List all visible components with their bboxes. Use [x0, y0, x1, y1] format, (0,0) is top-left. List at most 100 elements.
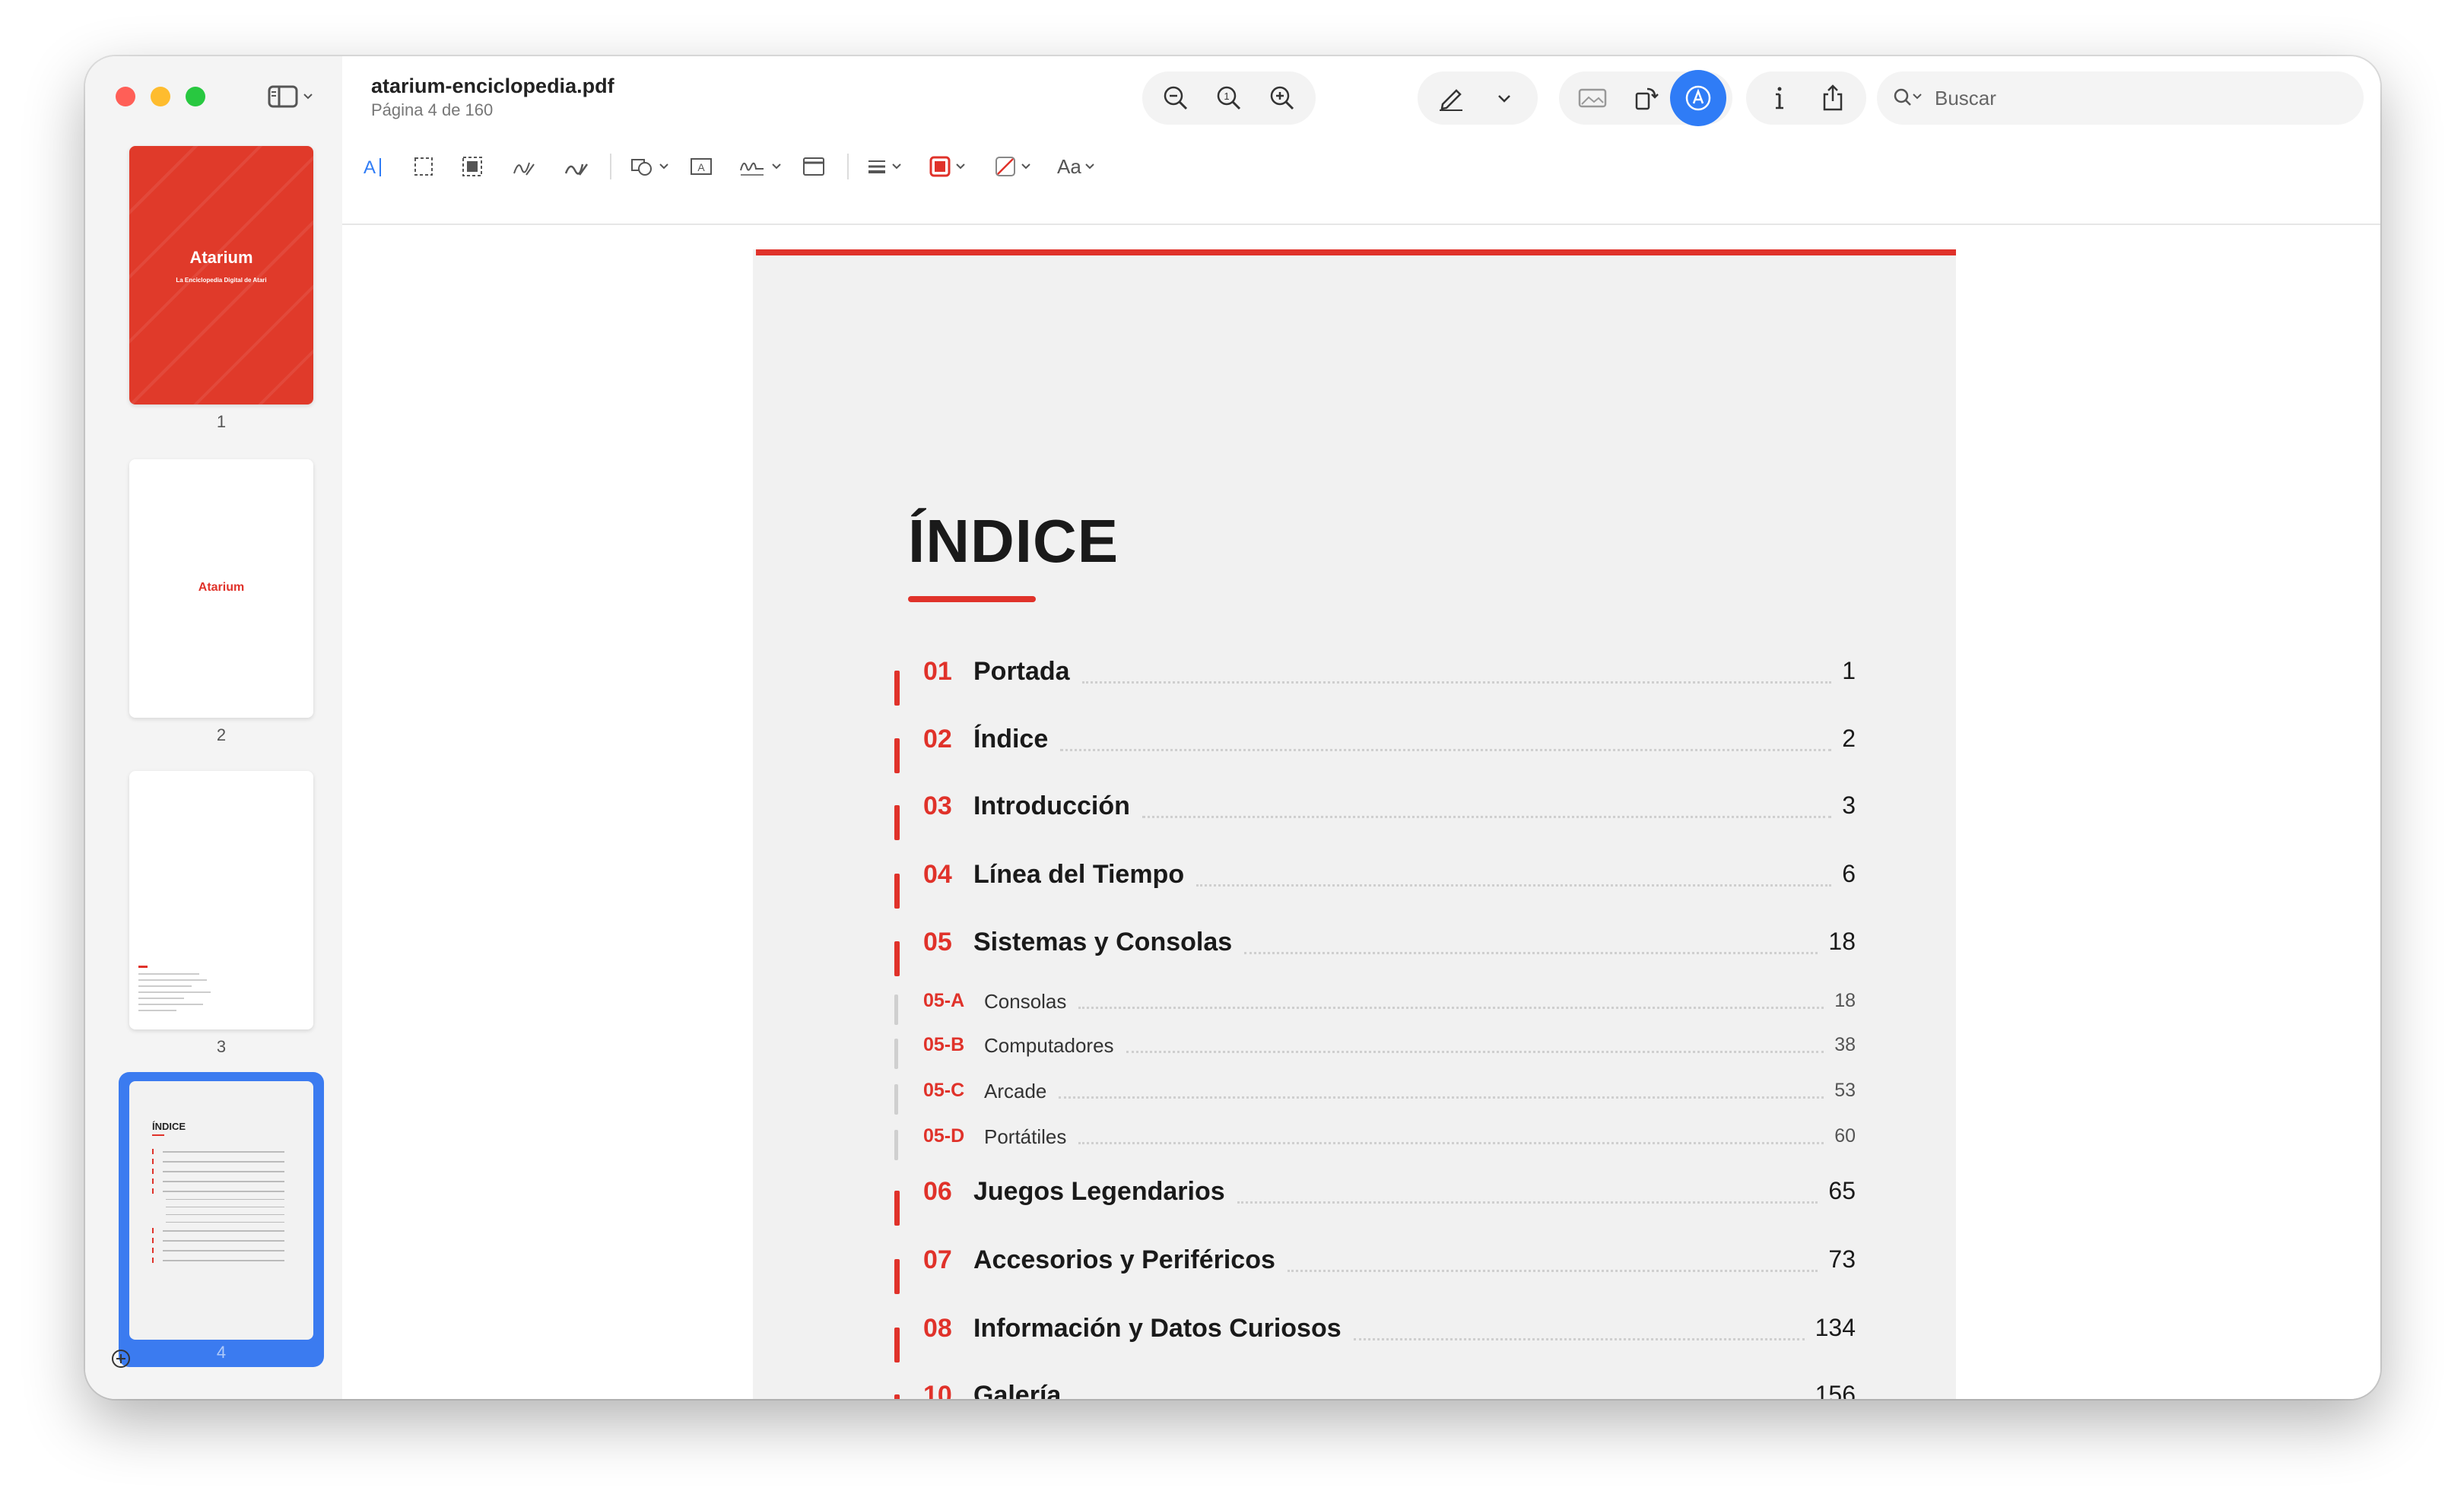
toc-entry-leader: [1081, 681, 1832, 684]
border-color-tool[interactable]: [928, 148, 966, 186]
toc-entry-number: 05: [923, 928, 952, 956]
toc-entry-page: 2: [1842, 725, 1856, 752]
sketch-tool[interactable]: [511, 148, 537, 186]
toc-entry-label: Computadores: [984, 1034, 1114, 1057]
insert-image-button[interactable]: [1571, 77, 1614, 119]
toc-entry[interactable]: 05 Sistemas y Consolas 18: [894, 928, 1856, 976]
toc-entry-label: Portada: [973, 657, 1070, 686]
toc-entry-marker: [894, 941, 900, 976]
thumbnail-toc-lines: [152, 1134, 284, 1263]
preview-window: Atarium La Enciclopedia Digital de Atari…: [85, 56, 2380, 1399]
thumbnail-image: [129, 771, 313, 1029]
toc-entry-label: Juegos Legendarios: [973, 1177, 1225, 1206]
zoom-out-icon: [1164, 86, 1188, 110]
toc-entry-number: 05-D: [923, 1125, 965, 1147]
toc-entry[interactable]: 07 Accesorios y Periféricos 73: [894, 1245, 1856, 1294]
toc-entry-leader: [1237, 1201, 1818, 1204]
toc-entry[interactable]: 06 Juegos Legendarios 65: [894, 1177, 1856, 1226]
page-accent-bar: [756, 249, 1956, 255]
toc-entry[interactable]: 05-C Arcade 53: [894, 1077, 1856, 1118]
page-indicator: Página 4 de 160: [371, 100, 494, 119]
info-button[interactable]: [1758, 77, 1801, 119]
sidebar-toggle-button[interactable]: [268, 84, 322, 109]
redact-tool[interactable]: [461, 148, 484, 186]
chevron-down-icon: [303, 94, 313, 100]
toc-entry[interactable]: 05-D Portátiles 60: [894, 1122, 1856, 1163]
toc-entry[interactable]: 08 Información y Datos Curiosos 134: [894, 1314, 1856, 1362]
pen-icon: [1440, 89, 1462, 111]
zoom-window-button[interactable]: [186, 87, 205, 106]
toolbar-divider: [847, 154, 849, 179]
text-selection-tool[interactable]: A: [362, 148, 388, 186]
heading-underline: [908, 596, 1036, 602]
pdf-page: ÍNDICE 01 Portada 1 02 Índice 2 03 Introducción…: [753, 249, 1956, 1399]
toc-entry[interactable]: 04 Línea del Tiempo 6: [894, 860, 1856, 909]
toc-entry-leader: [1126, 1051, 1824, 1053]
rectangular-selection-tool[interactable]: [412, 148, 435, 186]
toc-entry-marker: [894, 1394, 900, 1399]
toc-entry-marker: [894, 1039, 898, 1069]
minimize-window-button[interactable]: [151, 87, 170, 106]
markup-button[interactable]: [1670, 70, 1726, 126]
sidebar-icon: [268, 85, 298, 108]
toc-entry-label: Accesorios y Periféricos: [973, 1245, 1275, 1274]
search-field[interactable]: [1877, 71, 2364, 125]
rotate-button[interactable]: [1624, 77, 1667, 119]
text-style-label: Aa: [1057, 154, 1081, 178]
text-box-tool[interactable]: A: [689, 148, 713, 186]
markup-icon: [1685, 85, 1711, 111]
thumbnail-page-4-selected[interactable]: ÍNDICE 4: [119, 1072, 324, 1367]
shapes-icon: [631, 159, 652, 176]
note-tool[interactable]: [802, 148, 826, 186]
fill-color-tool[interactable]: [993, 148, 1031, 186]
toc-entry[interactable]: 01 Portada 1: [894, 657, 1856, 706]
zoom-in-icon: [1270, 86, 1294, 110]
thumbnail-page-1[interactable]: Atarium La Enciclopedia Digital de Atari…: [129, 146, 313, 432]
toc-entry-page: 6: [1842, 860, 1856, 887]
search-input[interactable]: [1933, 85, 2316, 111]
toc-entry-number: 02: [923, 725, 952, 753]
zoom-out-button[interactable]: [1154, 77, 1197, 119]
highlight-menu-button[interactable]: [1483, 77, 1526, 119]
highlight-button[interactable]: [1430, 77, 1472, 119]
toc-entry[interactable]: 02 Índice 2: [894, 725, 1856, 773]
window-controls: [116, 87, 205, 106]
toc-entry-number: 08: [923, 1314, 952, 1343]
zoom-in-button[interactable]: [1261, 77, 1303, 119]
toc-entry-page: 1: [1842, 657, 1856, 684]
sign-tool[interactable]: [738, 148, 782, 186]
toc-entry[interactable]: 05-B Computadores 38: [894, 1031, 1856, 1072]
toc-entry-marker: [894, 1259, 900, 1294]
toc-entry[interactable]: 03 Introducción 3: [894, 791, 1856, 840]
toc-entry-marker: [894, 1191, 900, 1226]
thumbnail-image: ÍNDICE: [129, 1081, 313, 1340]
shapes-tool[interactable]: [630, 148, 669, 186]
share-button[interactable]: [1811, 77, 1854, 119]
toc-entry-number: 10: [923, 1381, 952, 1399]
thumbnail-page-2[interactable]: Atarium 2: [129, 459, 313, 745]
toc-entry-label: Sistemas y Consolas: [973, 928, 1233, 956]
shape-style-tool[interactable]: [865, 148, 902, 186]
toc-entry-marker: [894, 1084, 898, 1115]
draw-tool[interactable]: [563, 148, 589, 186]
toc-entry-label: Introducción: [973, 791, 1130, 820]
text-style-tool[interactable]: Aa: [1057, 148, 1095, 186]
document-view: ÍNDICE 01 Portada 1 02 Índice 2 03 Introducción…: [342, 225, 2380, 1399]
actual-size-button[interactable]: 1: [1208, 77, 1250, 119]
sketch-icon: [513, 162, 535, 176]
toc-entry-page: 38: [1834, 1034, 1856, 1055]
add-page-icon[interactable]: [111, 1349, 131, 1369]
thumbnail-number: 3: [216, 1037, 227, 1056]
thumbnail-page-3[interactable]: 3: [129, 771, 313, 1057]
highlight-controls: [1418, 71, 1538, 125]
index-heading: ÍNDICE: [908, 507, 1119, 575]
window-note-icon: [803, 157, 824, 176]
signature-icon: [740, 162, 764, 176]
toc-entry-leader: [1078, 1142, 1824, 1144]
toc-entry-page: 134: [1815, 1314, 1856, 1341]
toc-entry[interactable]: 10 Galería 156: [894, 1381, 1856, 1399]
toc-entry-marker: [894, 671, 900, 706]
close-window-button[interactable]: [116, 87, 135, 106]
selection-icon: [414, 157, 433, 176]
toc-entry[interactable]: 05-A Consolas 18: [894, 987, 1856, 1028]
